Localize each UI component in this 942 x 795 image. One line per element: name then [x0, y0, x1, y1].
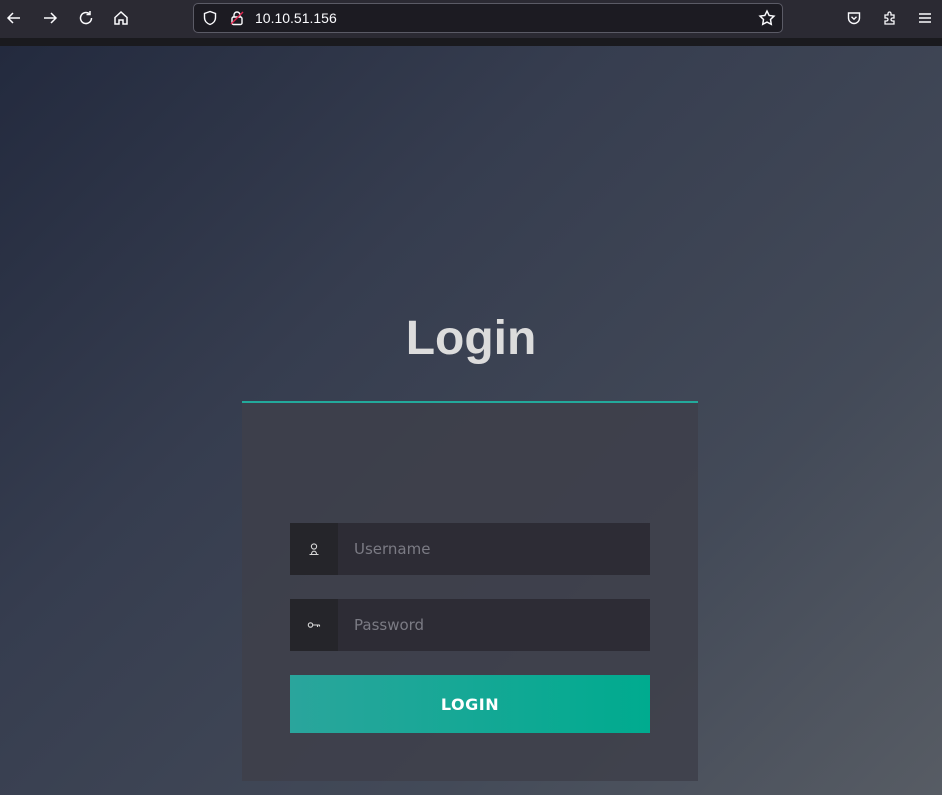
- shield-icon[interactable]: [202, 10, 218, 26]
- hamburger-menu-icon: [919, 13, 931, 23]
- puzzle-icon: [884, 11, 895, 25]
- page-title: Login: [405, 312, 537, 365]
- home-button[interactable]: [108, 5, 134, 31]
- extensions-button[interactable]: [877, 5, 903, 31]
- toolbar-separator: [0, 38, 942, 46]
- user-icon: [309, 543, 319, 556]
- page-content: Login LOGIN: [0, 46, 942, 795]
- login-card: LOGIN: [242, 401, 698, 781]
- star-icon[interactable]: [758, 9, 776, 27]
- forward-button[interactable]: [37, 5, 63, 31]
- menu-button[interactable]: [912, 5, 938, 31]
- url-bar[interactable]: 10.10.51.156: [193, 3, 783, 33]
- username-field: [290, 523, 650, 575]
- browser-toolbar: 10.10.51.156: [0, 0, 942, 38]
- password-field: [290, 599, 650, 651]
- back-button[interactable]: [1, 5, 27, 31]
- reload-icon: [79, 11, 93, 25]
- url-text[interactable]: 10.10.51.156: [255, 10, 337, 26]
- username-icon-box: [290, 523, 338, 575]
- login-button[interactable]: LOGIN: [290, 675, 650, 733]
- home-icon: [114, 10, 128, 25]
- pocket-icon: [847, 12, 861, 25]
- pocket-button[interactable]: [841, 5, 867, 31]
- password-icon-box: [290, 599, 338, 651]
- reload-button[interactable]: [73, 5, 99, 31]
- arrow-left-icon: [6, 12, 20, 24]
- password-input[interactable]: [338, 599, 650, 651]
- insecure-lock-icon[interactable]: [229, 10, 245, 26]
- arrow-right-icon: [44, 12, 58, 24]
- username-input[interactable]: [338, 523, 650, 575]
- key-icon: [307, 622, 321, 628]
